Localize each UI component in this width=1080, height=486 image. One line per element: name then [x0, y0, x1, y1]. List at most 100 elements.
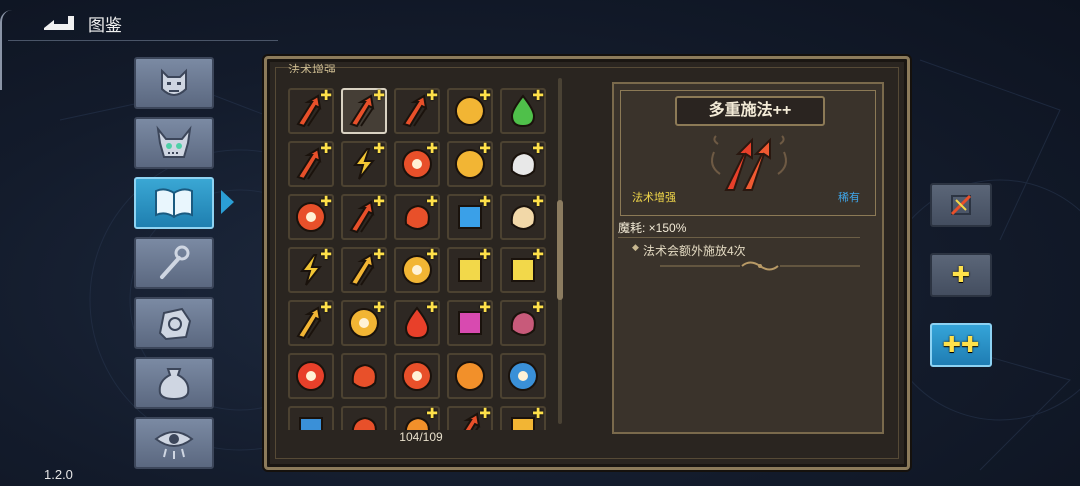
tab-bosses[interactable]: [134, 117, 214, 169]
spell-cell[interactable]: ✚: [500, 406, 546, 430]
upgrade-plus-icon: ✚: [479, 193, 491, 209]
spell-cell[interactable]: [394, 353, 440, 399]
upgrade-plus-icon: ✚: [373, 246, 385, 262]
hand-icon: [158, 307, 192, 341]
spell-cell[interactable]: ✚: [447, 247, 493, 293]
upgrade-plus-icon: ✚: [532, 299, 544, 315]
spell-cell[interactable]: ✚: [288, 247, 334, 293]
upgrade-plus-icon: ✚: [320, 140, 332, 156]
spell-cell[interactable]: ✚: [341, 247, 387, 293]
page-title: 图鉴: [88, 16, 122, 36]
version-label: 1.2.0: [44, 467, 73, 482]
spell-cell[interactable]: [288, 406, 334, 430]
demon-face-icon: [161, 68, 187, 96]
back-arrow-icon: [44, 16, 74, 30]
tab-staffs[interactable]: [134, 237, 214, 289]
spell-cell[interactable]: ✚: [394, 300, 440, 346]
spell-cell[interactable]: [341, 406, 387, 430]
hook-icon: [454, 361, 485, 391]
spell-cell[interactable]: ✚: [288, 141, 334, 187]
spell-cell[interactable]: ✚: [500, 247, 546, 293]
upgrade-plus-icon: ✚: [320, 246, 332, 262]
spell-cell[interactable]: ✚: [447, 194, 493, 240]
book-icon: [155, 188, 193, 219]
splash-icon: [351, 363, 377, 389]
upgrade-plus-icon: ✚: [479, 405, 491, 421]
upgrade-plus-icon: ✚: [479, 140, 491, 156]
spell-cell[interactable]: ✚: [394, 194, 440, 240]
spell-cell[interactable]: ✚: [341, 194, 387, 240]
blue-pillars-icon: [299, 417, 323, 430]
spell-cell[interactable]: ✚: [394, 141, 440, 187]
tab-relics[interactable]: [134, 297, 214, 349]
upgrade-plus-icon: ✚: [373, 140, 385, 156]
spell-cell[interactable]: ✚: [447, 300, 493, 346]
upgrade-plus-icon: ✚: [426, 193, 438, 209]
spell-cell[interactable]: [500, 353, 546, 399]
double-plus-icon: ✚✚: [942, 332, 980, 357]
upgrade-plus-icon: ✚: [426, 140, 438, 156]
filter-plus-button[interactable]: ✚: [930, 253, 992, 297]
back-button[interactable]: [42, 10, 78, 32]
vortex-icon: [507, 361, 538, 391]
header-frame-curve: [0, 10, 14, 90]
header-divider: [8, 40, 278, 41]
filter-double-plus-button[interactable]: ✚✚: [930, 323, 992, 367]
effect-description: 法术会额外施放4次: [643, 244, 746, 258]
detail-double-arrow-icon: [711, 135, 787, 191]
upgrade-plus-icon: ✚: [479, 87, 491, 103]
mana-cost: 魔耗: ×150%: [618, 221, 687, 235]
staff-icon: [160, 245, 190, 279]
spell-cell[interactable]: [341, 353, 387, 399]
spell-cell[interactable]: ✚: [500, 141, 546, 187]
detail-divider: [618, 237, 860, 238]
spell-cell[interactable]: ✚: [394, 247, 440, 293]
upgrade-plus-icon: ✚: [479, 299, 491, 315]
spell-cell[interactable]: [288, 353, 334, 399]
red-beast-icon: [351, 416, 377, 430]
spell-cell[interactable]: ✚: [288, 194, 334, 240]
upgrade-plus-icon: ✚: [532, 405, 544, 421]
upgrade-plus-icon: ✚: [426, 246, 438, 262]
upgrade-plus-icon: ✚: [320, 87, 332, 103]
tab-curses[interactable]: [134, 417, 214, 469]
upgrade-plus-icon: ✚: [373, 299, 385, 315]
spell-cell[interactable]: ✚: [288, 88, 334, 134]
spell-cell[interactable]: ✚: [341, 300, 387, 346]
bullet-icon: ◆: [632, 242, 639, 252]
spell-cell[interactable]: ✚: [500, 194, 546, 240]
potion-bag-icon: [158, 368, 190, 401]
active-tab-indicator: [221, 190, 234, 214]
spell-cell[interactable]: ✚: [500, 300, 546, 346]
spell-grid: ✚ ✚ ✚ ✚ ✚ ✚ ✚ ✚ ✚ ✚ ✚ ✚ ✚ ✚ ✚ ✚ ✚ ✚ ✚ ✚ ✚ ✚ ✚ ✚ ✚ ✚ ✚ ✚: [284, 72, 552, 430]
upgrade-plus-icon: ✚: [373, 87, 385, 103]
pinwheel-icon: [401, 361, 432, 391]
spell-cell[interactable]: ✚: [341, 88, 387, 134]
spell-cell[interactable]: [447, 353, 493, 399]
scrollbar-thumb[interactable]: [557, 200, 563, 300]
spell-cell[interactable]: ✚: [288, 300, 334, 346]
spell-cell[interactable]: ✚: [447, 406, 493, 430]
spell-cell[interactable]: ✚: [341, 141, 387, 187]
tab-monsters[interactable]: [134, 57, 214, 109]
detail-rarity: 稀有: [838, 192, 860, 204]
ornament-divider: [660, 261, 860, 271]
spell-cell[interactable]: ✚: [447, 141, 493, 187]
upgrade-plus-icon: ✚: [426, 405, 438, 421]
upgrade-plus-icon: ✚: [320, 299, 332, 315]
plus-icon: ✚: [951, 262, 971, 287]
detail-title: 多重施法++: [675, 96, 825, 126]
spell-cell[interactable]: ✚: [394, 406, 440, 430]
spell-cell[interactable]: ✚: [500, 88, 546, 134]
tab-items[interactable]: [134, 357, 214, 409]
eye-icon: [154, 431, 194, 459]
spell-cell[interactable]: ✚: [447, 88, 493, 134]
upgrade-plus-icon: ✚: [426, 299, 438, 315]
filter-base-button[interactable]: [930, 183, 992, 227]
upgrade-plus-icon: ✚: [532, 193, 544, 209]
upgrade-plus-icon: ✚: [373, 193, 385, 209]
slash-icon: [950, 194, 972, 216]
spell-cell[interactable]: ✚: [394, 88, 440, 134]
tab-spells[interactable]: [134, 177, 214, 229]
upgrade-plus-icon: ✚: [426, 87, 438, 103]
